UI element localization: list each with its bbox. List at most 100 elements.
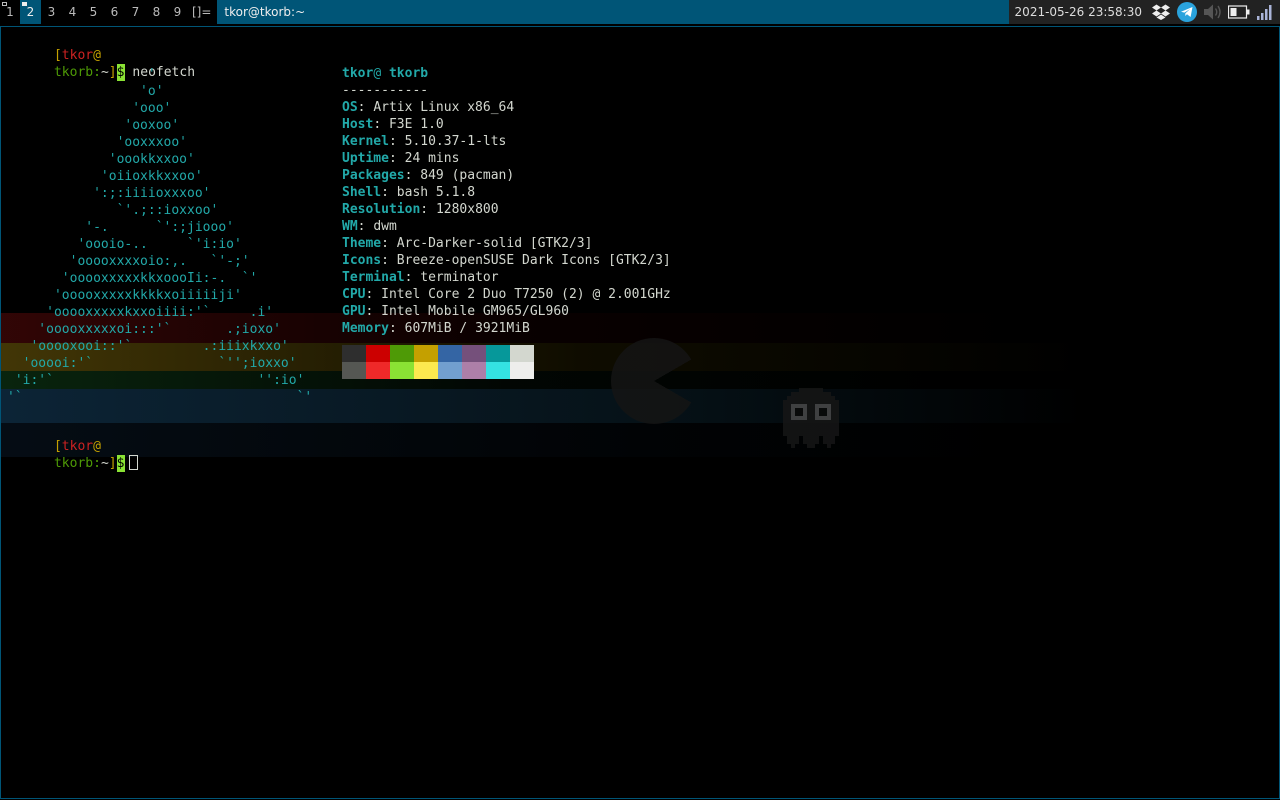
info-value: 607MiB / 3921MiB bbox=[404, 321, 530, 336]
wifi-signal-icon[interactable] bbox=[1254, 1, 1276, 23]
bright-swatch-1 bbox=[366, 362, 390, 379]
info-key: WM bbox=[342, 219, 358, 234]
info-row-kernel: Kernel: 5.10.37-1-lts bbox=[342, 134, 507, 149]
prompt-symbol: $ bbox=[116, 455, 125, 472]
info-row-gpu: GPU: Intel Mobile GM965/GL960 bbox=[342, 304, 569, 319]
info-key: Theme bbox=[342, 236, 382, 251]
info-value: bash 5.1.8 bbox=[396, 185, 476, 200]
normal-swatch-1 bbox=[366, 345, 390, 362]
normal-swatch-4 bbox=[438, 345, 462, 362]
info-value: Breeze-openSUSE Dark Icons [GTK2/3] bbox=[396, 253, 671, 268]
normal-swatch-3 bbox=[414, 345, 438, 362]
tag-4[interactable]: 4 bbox=[62, 0, 83, 24]
info-host: tkorb bbox=[388, 66, 429, 81]
tag-8[interactable]: 8 bbox=[146, 0, 167, 24]
window-title: tkor@tkorb:~ bbox=[217, 0, 1009, 24]
info-key: Kernel bbox=[342, 134, 389, 149]
info-key: Shell bbox=[342, 185, 382, 200]
prompt-host: tkorb bbox=[53, 456, 94, 471]
info-value: 849 (pacman) bbox=[420, 168, 515, 183]
info-key: Resolution bbox=[342, 202, 421, 217]
status-datetime: 2021-05-26 23:58:30 bbox=[1008, 0, 1150, 24]
tag-5[interactable]: 5 bbox=[83, 0, 104, 24]
info-key: Packages bbox=[342, 168, 405, 183]
info-value: dwm bbox=[373, 219, 397, 234]
info-value: Artix Linux x86_64 bbox=[373, 100, 515, 115]
dwm-bar: 123456789 []= tkor@tkorb:~ 2021-05-26 23… bbox=[0, 0, 1280, 24]
tag-9[interactable]: 9 bbox=[167, 0, 188, 24]
info-key: Memory bbox=[342, 321, 389, 336]
desktop: 123456789 []= tkor@tkorb:~ 2021-05-26 23… bbox=[0, 0, 1280, 800]
info-value: 1280x800 bbox=[435, 202, 499, 217]
bright-swatch-5 bbox=[462, 362, 486, 379]
prompt-line-2a: [tkor@ bbox=[53, 439, 101, 454]
normal-swatch-5 bbox=[462, 345, 486, 362]
info-key: Icons bbox=[342, 253, 382, 268]
palette-row-normal bbox=[342, 345, 671, 362]
tag-label: 9 bbox=[173, 5, 182, 19]
bright-swatch-7 bbox=[510, 362, 534, 379]
bright-swatch-4 bbox=[438, 362, 462, 379]
ghost-wallpaper-icon bbox=[783, 388, 839, 448]
info-key: Terminal bbox=[342, 270, 405, 285]
info-value: Arc-Darker-solid [GTK2/3] bbox=[396, 236, 593, 251]
info-user: tkor bbox=[342, 66, 374, 81]
tag-1[interactable]: 1 bbox=[0, 0, 20, 24]
info-row-os: OS: Artix Linux x86_64 bbox=[342, 100, 515, 115]
prompt-path: ~ bbox=[100, 456, 109, 471]
info-row-uptime: Uptime: 24 mins bbox=[342, 151, 460, 166]
info-row-shell: Shell: bash 5.1.8 bbox=[342, 185, 476, 200]
telegram-icon[interactable] bbox=[1176, 1, 1198, 23]
info-row-wm: WM: dwm bbox=[342, 219, 397, 234]
tag-6[interactable]: 6 bbox=[104, 0, 125, 24]
info-row-icons: Icons: Breeze-openSUSE Dark Icons [GTK2/… bbox=[342, 253, 671, 268]
info-key: OS bbox=[342, 100, 358, 115]
prompt-line-2b[interactable]: tkorb:~]$ bbox=[7, 438, 138, 472]
tag-2[interactable]: 2 bbox=[20, 0, 41, 24]
info-row-terminal: Terminal: terminator bbox=[342, 270, 499, 285]
battery-icon[interactable] bbox=[1228, 1, 1250, 23]
tag-label: 7 bbox=[131, 5, 140, 19]
info-value: 5.10.37-1-lts bbox=[404, 134, 507, 149]
tag-label: 6 bbox=[110, 5, 119, 19]
info-row-theme: Theme: Arc-Darker-solid [GTK2/3] bbox=[342, 236, 593, 251]
tag-label: 3 bbox=[47, 5, 56, 19]
terminal-window[interactable]: [tkor@ tkorb:~]$ neofetch ' 'o' 'ooo' 'o… bbox=[0, 26, 1280, 799]
tag-label: 4 bbox=[68, 5, 77, 19]
normal-swatch-2 bbox=[390, 345, 414, 362]
neofetch-info: tkor@ tkorb ----------- OS: Artix Linux … bbox=[342, 65, 671, 379]
info-row-host: Host: F3E 1.0 bbox=[342, 117, 444, 132]
tag-label: 1 bbox=[6, 5, 14, 19]
info-key: GPU bbox=[342, 304, 366, 319]
info-value: Intel Mobile GM965/GL960 bbox=[381, 304, 569, 319]
info-fields: OS: Artix Linux x86_64 Host: F3E 1.0 Kerne… bbox=[342, 99, 671, 337]
info-key: CPU bbox=[342, 287, 366, 302]
info-key: Uptime bbox=[342, 151, 389, 166]
bright-swatch-3 bbox=[414, 362, 438, 379]
normal-swatch-0 bbox=[342, 345, 366, 362]
wallpaper-stripe-navy bbox=[1, 423, 1279, 457]
occupied-indicator bbox=[2, 2, 7, 6]
prompt-line-1b: tkorb:~]$ neofetch bbox=[53, 64, 196, 81]
info-row-cpu: CPU: Intel Core 2 Duo T7250 (2) @ 2.001G… bbox=[342, 287, 671, 302]
info-value: terminator bbox=[420, 270, 499, 285]
info-row-packages: Packages: 849 (pacman) bbox=[342, 168, 515, 183]
occupied-indicator bbox=[22, 2, 27, 6]
tag-3[interactable]: 3 bbox=[41, 0, 62, 24]
tag-label: 2 bbox=[26, 5, 35, 19]
tag-7[interactable]: 7 bbox=[125, 0, 146, 24]
text-cursor[interactable] bbox=[128, 455, 138, 470]
info-row-resolution: Resolution: 1280x800 bbox=[342, 202, 499, 217]
user-host-title: tkor@ tkorb bbox=[342, 66, 429, 81]
artix-ascii-logo: ' 'o' 'ooo' 'ooxoo' 'ooxxxoo' 'oookkxxoo… bbox=[7, 67, 313, 405]
dropbox-icon[interactable] bbox=[1150, 1, 1172, 23]
layout-indicator[interactable]: []= bbox=[188, 0, 217, 24]
tag-list: 123456789 bbox=[0, 0, 188, 24]
system-tray bbox=[1150, 0, 1280, 24]
tag-label: 5 bbox=[89, 5, 98, 19]
color-palette bbox=[342, 345, 671, 379]
info-separator: ----------- bbox=[342, 83, 429, 98]
bright-swatch-6 bbox=[486, 362, 510, 379]
volume-icon[interactable] bbox=[1202, 1, 1224, 23]
info-value: F3E 1.0 bbox=[388, 117, 444, 132]
